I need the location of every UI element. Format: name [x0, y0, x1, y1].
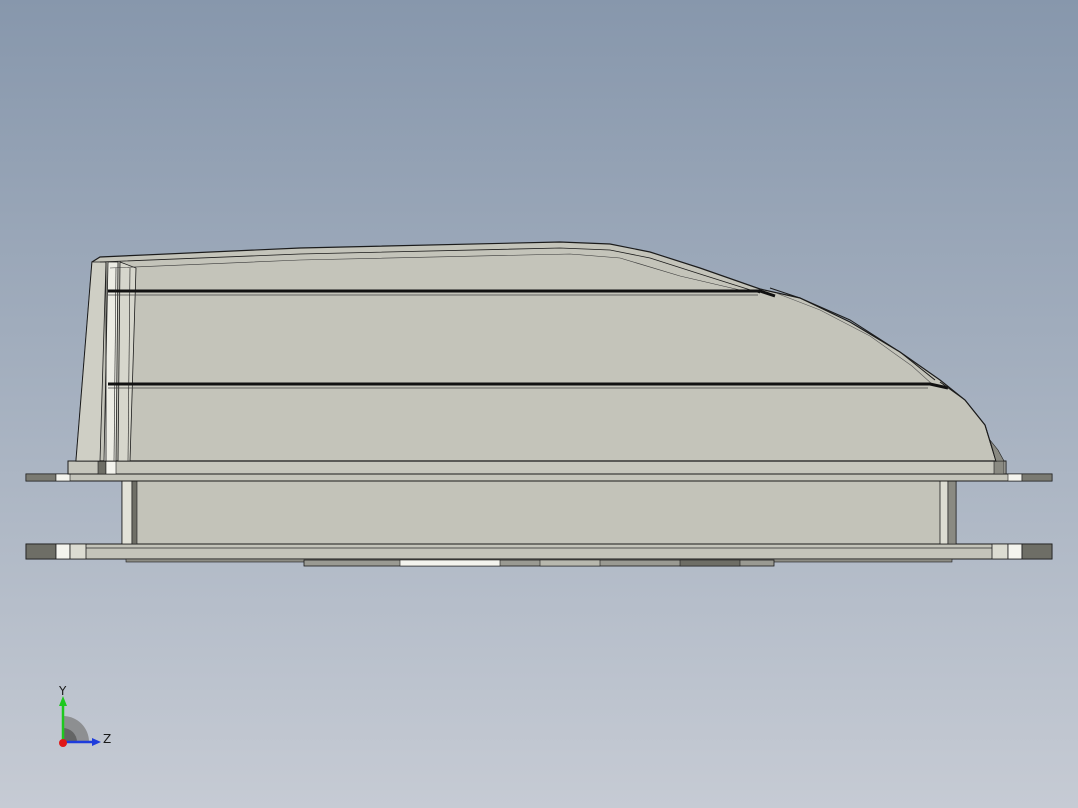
top-flange	[25, 460, 1053, 482]
vent-dome-cover	[75, 241, 1005, 462]
bottom-feet	[303, 559, 775, 567]
x-axis-dot-icon	[59, 739, 67, 747]
y-axis-label: Y	[58, 686, 67, 698]
z-axis-label: Z	[103, 732, 111, 746]
cad-graphics-viewport[interactable]: Y Z	[0, 0, 1078, 808]
bottom-flange	[25, 543, 1053, 563]
roof-vent-model[interactable]	[0, 0, 1078, 808]
z-axis-arrow-icon	[92, 738, 101, 746]
lower-housing	[121, 479, 957, 545]
orientation-triad[interactable]: Y Z	[50, 686, 120, 756]
